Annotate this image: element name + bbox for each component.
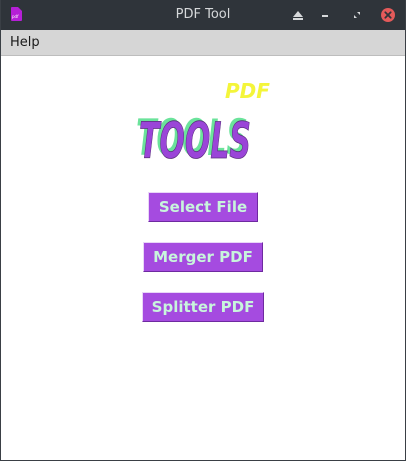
title-bar[interactable]: pdf PDF Tool bbox=[1, 0, 405, 30]
menu-item-help[interactable]: Help bbox=[10, 30, 40, 55]
logo-accent: PDF bbox=[225, 80, 270, 103]
eject-icon[interactable] bbox=[290, 7, 306, 23]
splitter-pdf-button[interactable]: Splitter PDF bbox=[142, 292, 264, 322]
menu-bar: Help bbox=[1, 30, 405, 56]
restore-icon[interactable] bbox=[349, 7, 365, 23]
close-icon[interactable] bbox=[380, 7, 396, 23]
select-file-button[interactable]: Select File bbox=[148, 192, 258, 222]
minimize-icon[interactable] bbox=[317, 7, 333, 23]
pdf-tools-logo: TOOLS TOOLS PDF bbox=[136, 80, 270, 168]
window-title: PDF Tool bbox=[175, 7, 231, 22]
merger-pdf-button[interactable]: Merger PDF bbox=[143, 242, 263, 272]
logo-word-front: TOOLS bbox=[139, 112, 251, 168]
app-window: pdf PDF Tool Help TOOLS TOOLS PDF Select… bbox=[0, 0, 406, 461]
